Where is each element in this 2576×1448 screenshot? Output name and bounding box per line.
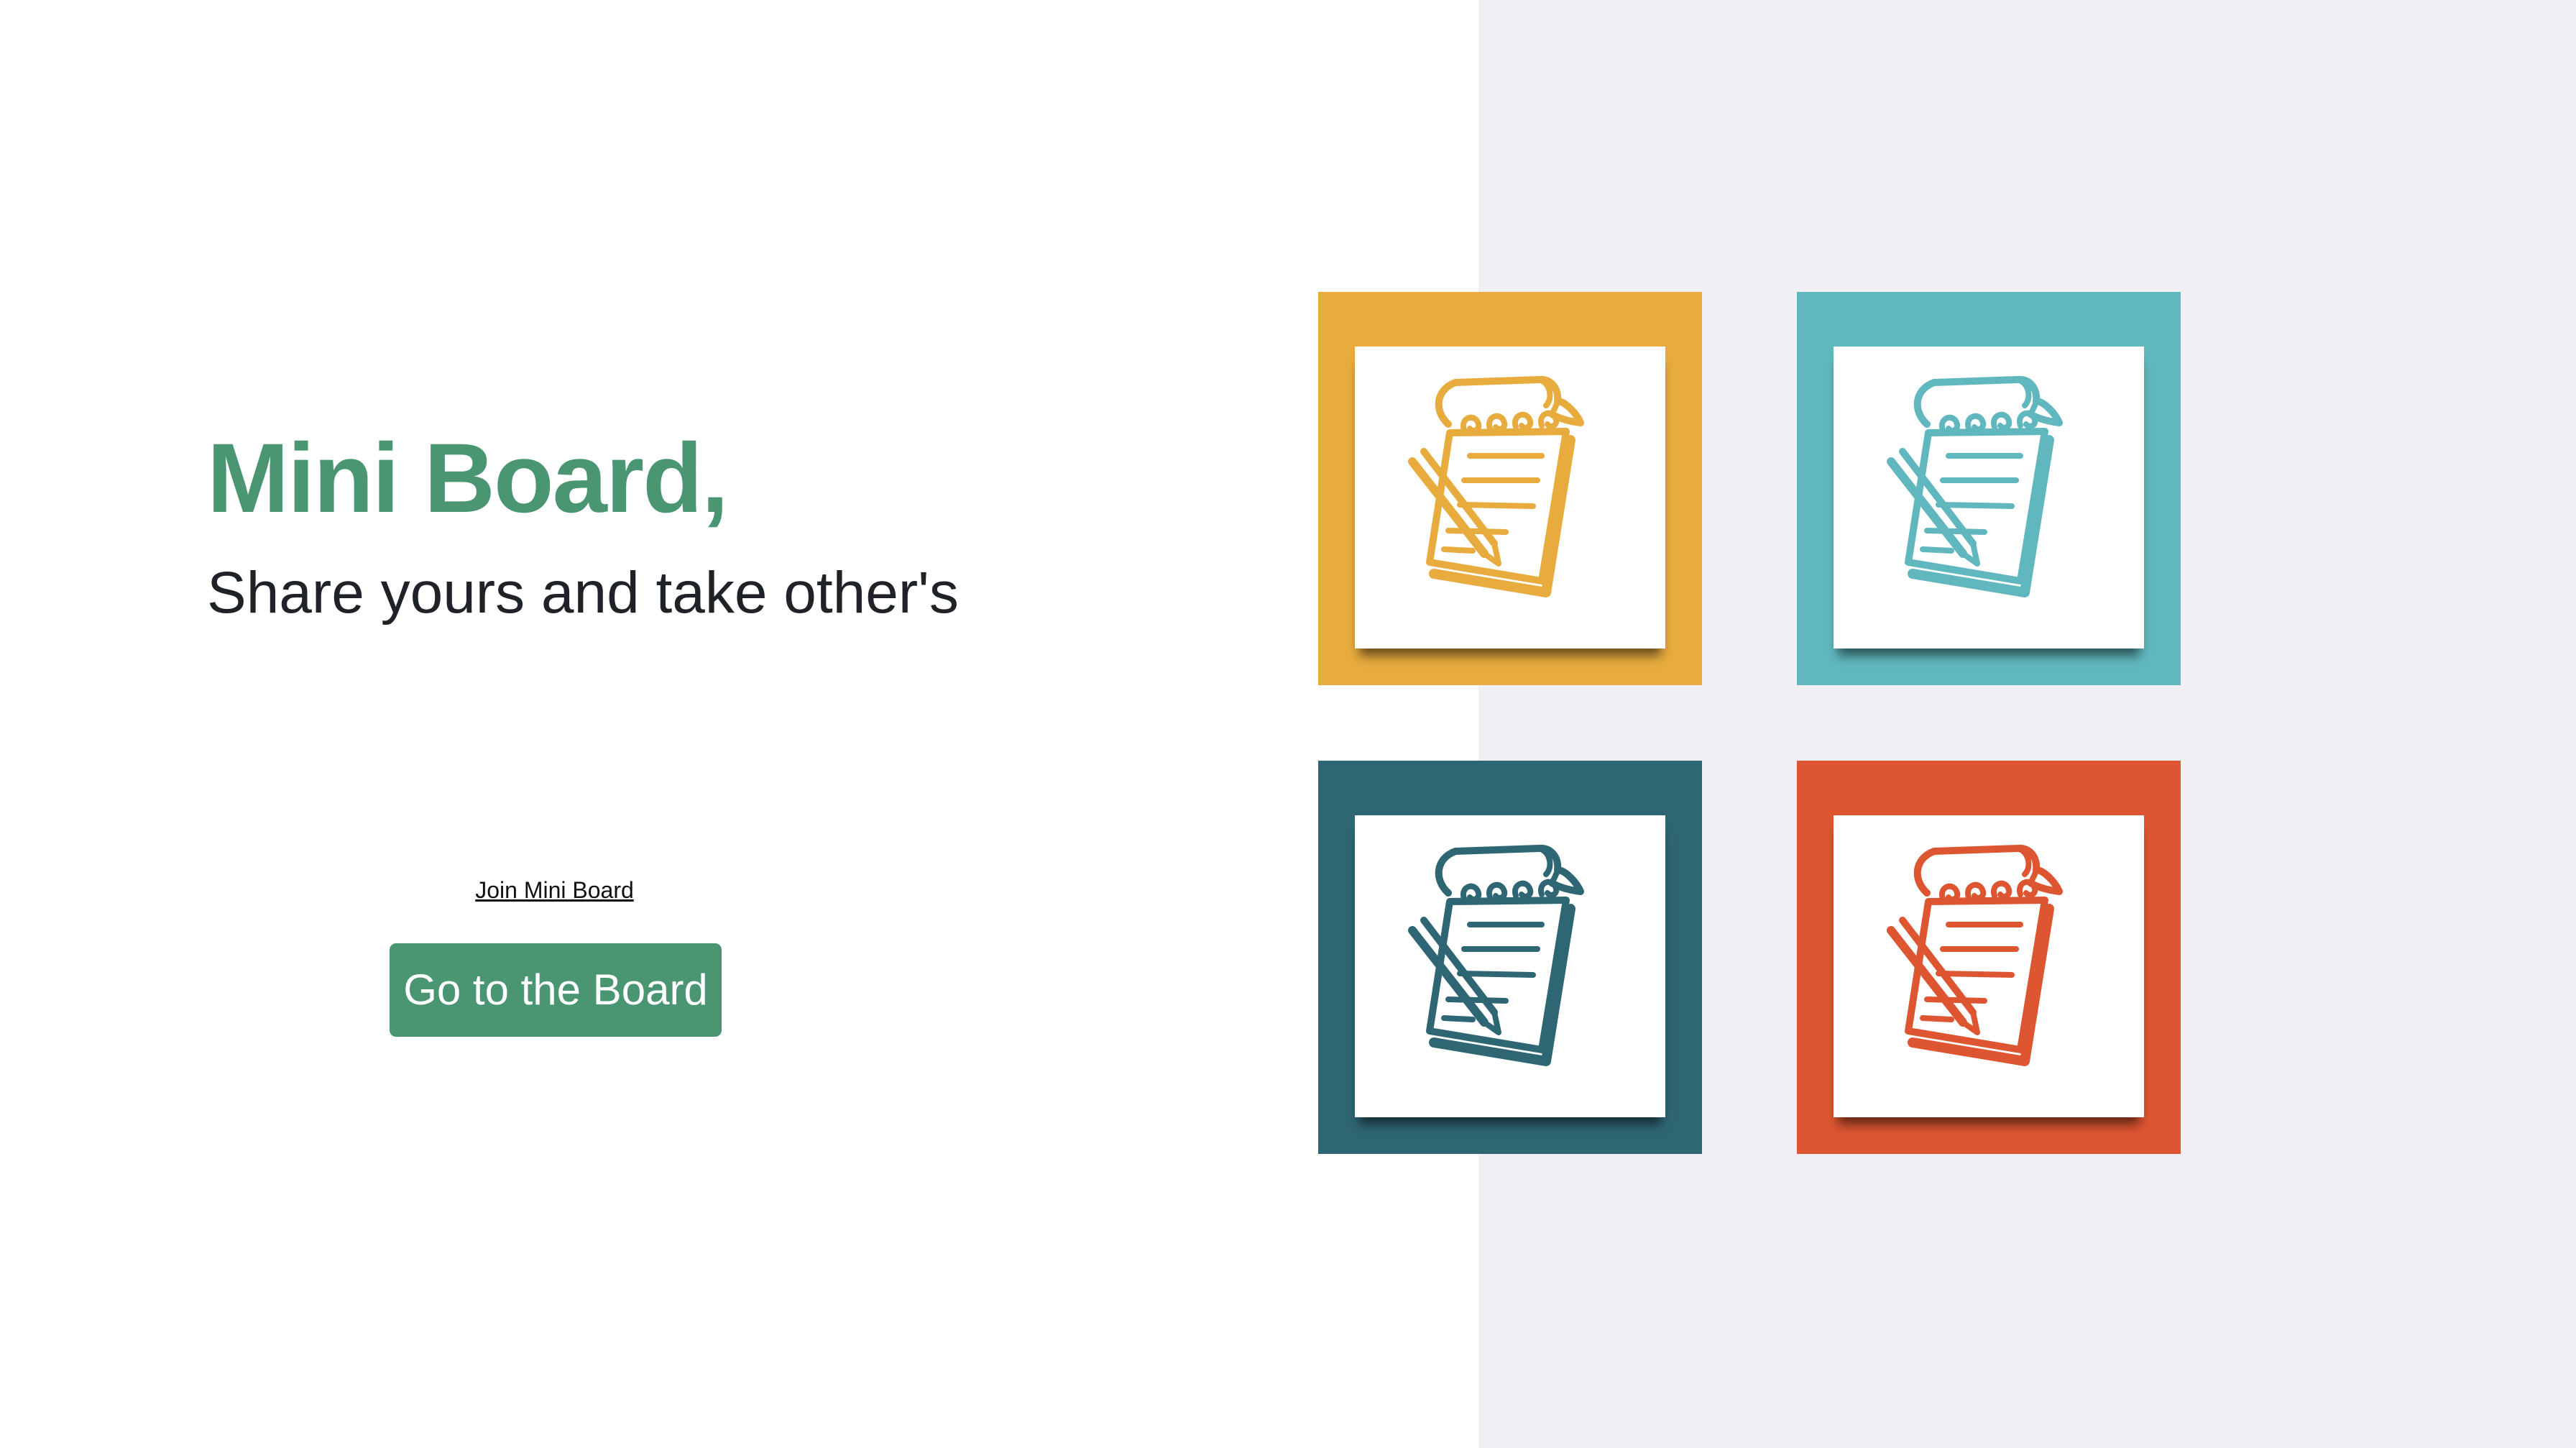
go-to-board-button[interactable]: Go to the Board — [390, 943, 722, 1037]
hero-title: Mini Board, — [207, 423, 729, 533]
hero-subtitle: Share yours and take other's — [207, 560, 959, 626]
tile-card — [1355, 815, 1665, 1117]
tile-card — [1834, 815, 2144, 1117]
right-panel-background — [1478, 0, 2576, 1448]
tile-card — [1834, 347, 2144, 649]
notepad-icon — [1408, 375, 1584, 597]
notepad-tile-yellow — [1318, 292, 1702, 685]
notepad-icon — [1887, 375, 2063, 597]
join-mini-board-link[interactable]: Join Mini Board — [391, 874, 718, 906]
notepad-tile-orange — [1797, 761, 2181, 1154]
notepad-tile-teal — [1797, 292, 2181, 685]
landing-page: Mini Board, Share yours and take other's… — [0, 0, 2576, 1448]
notepad-icon — [1887, 844, 2063, 1066]
notepad-tile-dark-teal — [1318, 761, 1702, 1154]
tile-card — [1355, 347, 1665, 649]
notepad-icon — [1408, 844, 1584, 1066]
